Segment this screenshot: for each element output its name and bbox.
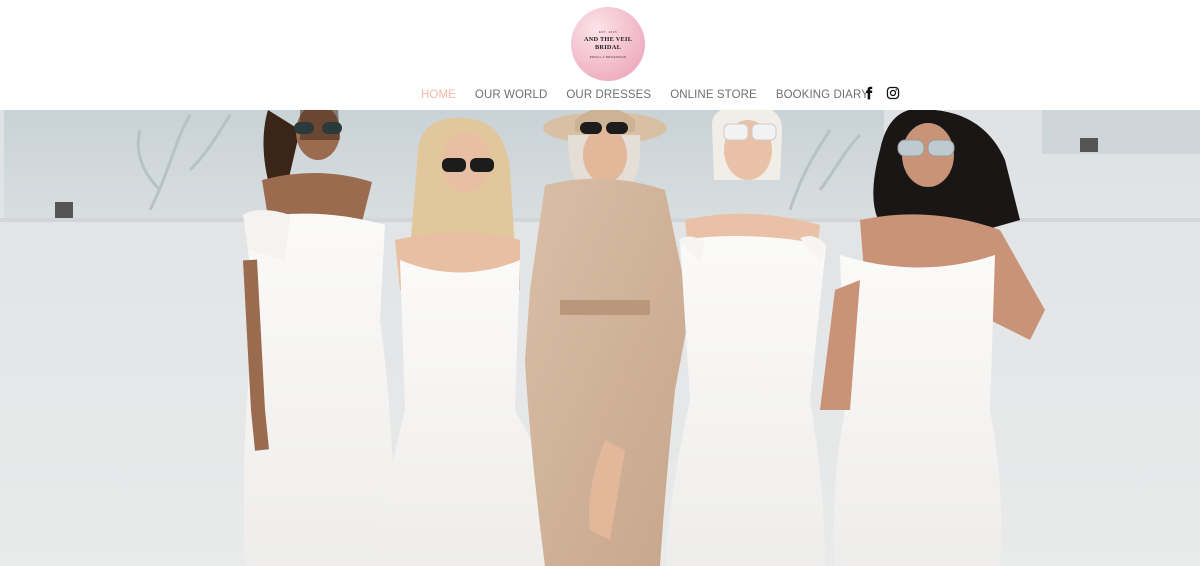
main-nav: HOME OUR WORLD OUR DRESSES ONLINE STORE … bbox=[421, 86, 888, 104]
instagram-icon[interactable] bbox=[886, 86, 900, 100]
nav-item-online-store[interactable]: ONLINE STORE bbox=[670, 89, 757, 101]
nav-item-our-dresses[interactable]: OUR DRESSES bbox=[566, 89, 651, 101]
site-header: EST. 2015 AND THE VEIL BRIDAL BRIDAL & B… bbox=[0, 0, 1200, 110]
nav-item-booking-diary[interactable]: BOOKING DIARY bbox=[776, 89, 869, 101]
page: EST. 2015 AND THE VEIL BRIDAL BRIDAL & B… bbox=[0, 0, 1200, 566]
brand-logo[interactable]: EST. 2015 AND THE VEIL BRIDAL BRIDAL & B… bbox=[571, 7, 645, 81]
brand-est: EST. 2015 bbox=[598, 29, 618, 34]
hero-banner bbox=[0, 110, 1200, 566]
facebook-icon[interactable] bbox=[862, 86, 876, 100]
social-bar bbox=[862, 86, 910, 100]
brand-name: AND THE VEIL BRIDAL bbox=[583, 35, 633, 51]
brand-tagline: BRIDAL & BRIDESMAID bbox=[589, 54, 627, 59]
hero-photo bbox=[0, 110, 1200, 566]
nav-item-home[interactable]: HOME bbox=[421, 89, 456, 101]
nav-item-our-world[interactable]: OUR WORLD bbox=[475, 89, 547, 101]
